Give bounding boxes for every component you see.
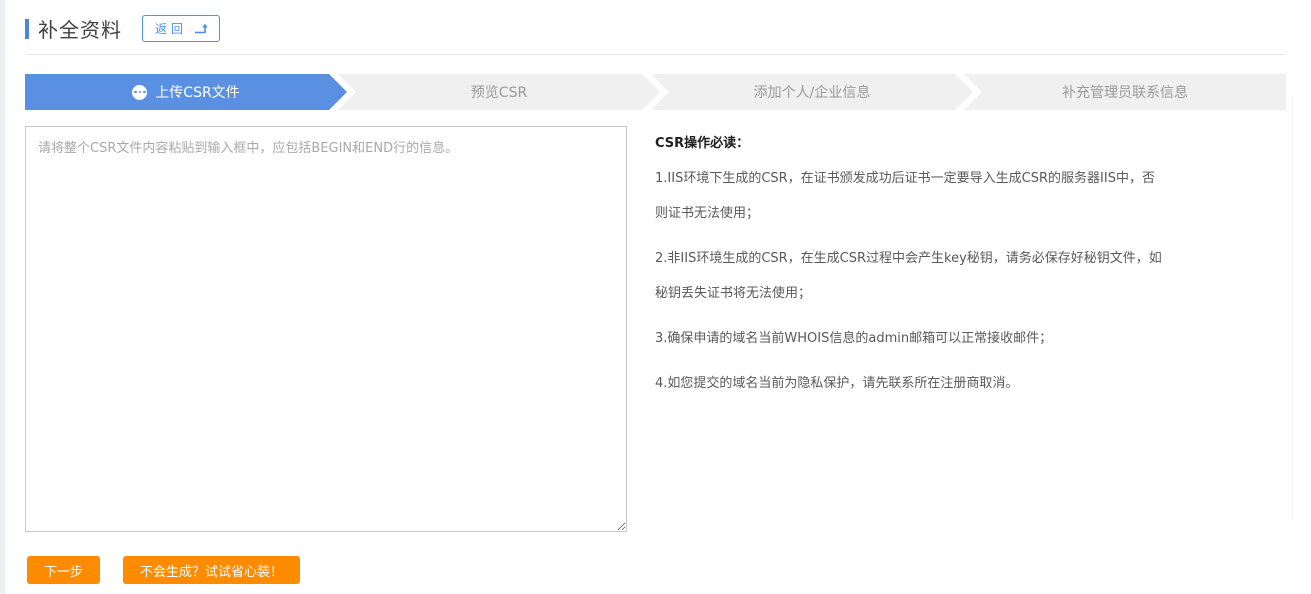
ellipsis-icon bbox=[132, 85, 147, 100]
return-arrow-icon bbox=[194, 23, 209, 35]
back-button-label: 返回 bbox=[155, 20, 187, 37]
title-accent-bar bbox=[25, 19, 29, 39]
easy-install-button[interactable]: 不会生成？试试省心装！ bbox=[123, 556, 300, 584]
next-step-button[interactable]: 下一步 bbox=[27, 556, 100, 584]
step-upload-csr-file[interactable]: 上传CSR文件 bbox=[25, 74, 347, 110]
back-button[interactable]: 返回 bbox=[142, 15, 220, 42]
stepper: 上传CSR文件 预览CSR 添加个人/企业信息 补充管理员联系信息 bbox=[25, 74, 1286, 110]
main-content: CSR操作必读： 1.IIS环境下生成的CSR，在证书颁发成功后证书一定要导入生… bbox=[25, 126, 1286, 532]
step-add-personal-company-info: 添加个人/企业信息 bbox=[651, 74, 973, 110]
page-title: 补全资料 bbox=[38, 14, 122, 43]
page-edge-strip bbox=[0, 0, 5, 594]
action-bar: 下一步 不会生成？试试省心装！ bbox=[25, 556, 1286, 584]
complete-info-page: 补全资料 返回 上传CSR文件 预览CSR 添加个人/企业信息 补充管理员联系信… bbox=[0, 0, 1311, 584]
csr-input[interactable] bbox=[25, 126, 627, 532]
step-preview-csr: 预览CSR bbox=[338, 74, 660, 110]
csr-notes-panel: CSR操作必读： 1.IIS环境下生成的CSR，在证书颁发成功后证书一定要导入生… bbox=[655, 126, 1165, 411]
right-edge-divider bbox=[1292, 100, 1293, 520]
step-admin-contact-info: 补充管理员联系信息 bbox=[964, 74, 1286, 110]
note-item: 4.如您提交的域名当前为隐私保护，请先联系所在注册商取消。 bbox=[655, 366, 1165, 401]
note-item: 1.IIS环境下生成的CSR，在证书颁发成功后证书一定要导入生成CSR的服务器I… bbox=[655, 161, 1165, 231]
step-label: 添加个人/企业信息 bbox=[754, 82, 871, 102]
step-label: 上传CSR文件 bbox=[155, 82, 239, 102]
step-label: 预览CSR bbox=[471, 82, 527, 102]
note-item: 2.非IIS环境生成的CSR，在生成CSR过程中会产生key秘钥，请务必保存好秘… bbox=[655, 241, 1165, 311]
notes-title: CSR操作必读： bbox=[655, 126, 1165, 161]
step-label: 补充管理员联系信息 bbox=[1062, 82, 1188, 102]
page-header: 补全资料 返回 bbox=[25, 14, 1286, 55]
note-item: 3.确保申请的域名当前WHOIS信息的admin邮箱可以正常接收邮件； bbox=[655, 321, 1165, 356]
